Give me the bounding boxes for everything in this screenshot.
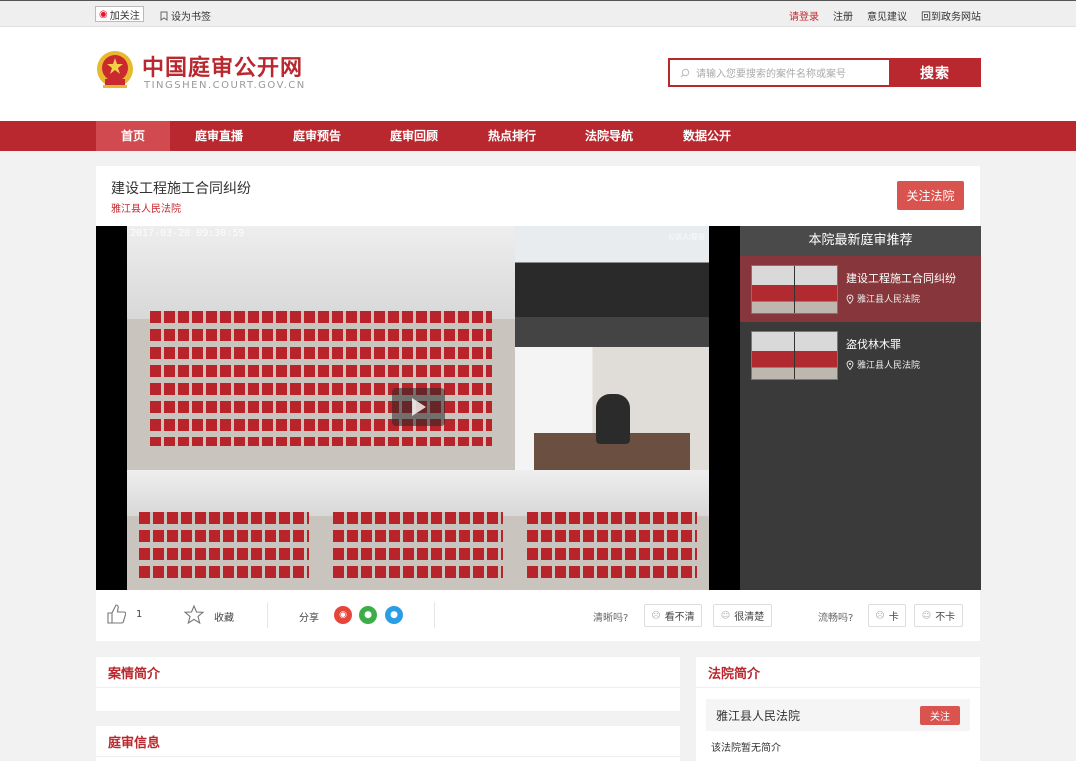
clarity-clear-button[interactable]: ☺ 很清楚 — [713, 604, 772, 627]
feedback-link[interactable]: 意见建议 — [867, 8, 907, 23]
video-timestamp: 2017-03-20 09:30:59 — [130, 228, 245, 239]
court-card: 雅江县人民法院 关注 — [706, 699, 970, 731]
clarity-clear-label: 很清楚 — [734, 612, 765, 623]
like-count: 1 — [136, 609, 143, 620]
share-label: 分享 — [299, 613, 319, 624]
site-header: 中国庭审公开网 TINGSHEN.COURT.GOV.CN 请输入您要搜索的案件… — [0, 27, 1076, 121]
case-summary-section: 案情简介 — [96, 657, 680, 711]
fluency-smooth-button[interactable]: ☺ 不卡 — [914, 604, 963, 627]
search-input[interactable]: 请输入您要搜索的案件名称或案号 — [668, 58, 890, 87]
star-icon[interactable] — [184, 605, 204, 624]
video-player[interactable]: 2017-03-20 09:30:59 公诉人/原告 — [96, 226, 740, 590]
clarity-unclear-button[interactable]: ☹ 看不清 — [644, 604, 702, 627]
fluency-question: 流畅吗? — [818, 613, 854, 624]
follow-label: 加关注 — [109, 10, 140, 22]
recommend-thumbnail[interactable] — [751, 331, 838, 380]
bookmark-link[interactable]: 设为书签 — [160, 8, 211, 23]
court-follow-button[interactable]: 关注 — [920, 706, 960, 725]
recommend-thumbnail[interactable] — [751, 265, 838, 314]
nav-item-preview[interactable]: 庭审预告 — [280, 121, 354, 151]
collect-label[interactable]: 收藏 — [214, 609, 234, 624]
nav-item-courts[interactable]: 法院导航 — [572, 121, 646, 151]
recommend-item-court: 雅江县人民法院 — [846, 358, 920, 371]
top-utility-bar: ◉ 加关注 设为书签 请登录 注册 意见建议 回到政务网站 — [0, 0, 1076, 27]
video-feed-gallery — [127, 226, 515, 470]
main-nav: 首页 庭审直播 庭审预告 庭审回顾 热点排行 法院导航 数据公开 — [0, 121, 1076, 151]
clarity-question: 清晰吗? — [593, 613, 629, 624]
national-emblem-icon[interactable] — [95, 49, 135, 91]
weibo-share-icon[interactable]: ◉ — [334, 606, 352, 624]
case-court-link[interactable]: 雅江县人民法院 — [111, 200, 181, 215]
play-button[interactable] — [392, 388, 445, 426]
recommend-item-name[interactable]: 建设工程施工合同纠纷 — [846, 270, 956, 286]
court-name[interactable]: 雅江县人民法院 — [716, 707, 800, 724]
gov-site-link[interactable]: 回到政务网站 — [921, 8, 981, 23]
smile-face-icon: ☺ — [720, 610, 731, 621]
trial-info-title: 庭审信息 — [108, 736, 161, 751]
divider — [434, 602, 435, 628]
nav-item-data[interactable]: 数据公开 — [670, 121, 744, 151]
wechat-share-icon[interactable]: ● — [359, 606, 377, 624]
trial-info-section: 庭审信息 — [96, 726, 680, 761]
sad-face-icon: ☹ — [875, 610, 885, 621]
sad-face-icon: ☹ — [651, 610, 661, 621]
bookmark-label: 设为书签 — [171, 12, 211, 23]
recommend-item-court: 雅江县人民法院 — [846, 292, 920, 305]
smile-face-icon: ☺ — [921, 610, 932, 621]
divider — [96, 687, 680, 688]
video-feed-clerk — [515, 347, 709, 470]
top-links: 请登录 注册 意见建议 回到政务网站 — [789, 8, 981, 23]
register-link[interactable]: 注册 — [833, 8, 853, 23]
divider — [267, 602, 268, 628]
bookmark-icon — [160, 11, 168, 21]
video-watermark: 公诉人/原告 — [668, 233, 706, 241]
video-feed-seats-middle — [321, 470, 515, 590]
play-icon — [411, 398, 426, 416]
site-title[interactable]: 中国庭审公开网 — [142, 50, 303, 82]
recommend-title: 本院最新庭审推荐 — [740, 226, 981, 256]
nav-item-review[interactable]: 庭审回顾 — [377, 121, 451, 151]
site-domain: TINGSHEN.COURT.GOV.CN — [144, 80, 306, 91]
search-icon — [680, 68, 690, 78]
video-feed-seats-right — [515, 470, 709, 590]
search-button[interactable]: 搜索 — [889, 58, 981, 87]
case-header: 建设工程施工合同纠纷 雅江县人民法院 关注法院 — [96, 166, 980, 226]
nav-item-home[interactable]: 首页 — [96, 121, 170, 151]
recommend-item[interactable]: 建设工程施工合同纠纷 雅江县人民法院 — [740, 256, 981, 322]
fluency-smooth-label: 不卡 — [935, 612, 956, 623]
weibo-follow-button[interactable]: ◉ 加关注 — [95, 6, 144, 22]
location-pin-icon — [846, 294, 854, 304]
recommend-item-court-label: 雅江县人民法院 — [857, 295, 921, 305]
fluency-laggy-label: 卡 — [888, 612, 899, 623]
weibo-icon: ◉ — [99, 8, 108, 20]
court-intro-title: 法院简介 — [708, 667, 761, 682]
case-summary-title: 案情简介 — [108, 667, 161, 682]
video-action-bar: 1 收藏 分享 ◉ ● ● 清晰吗? ☹ 看不清 ☺ 很清楚 流畅吗? ☹ 卡 … — [96, 590, 980, 641]
clarity-unclear-label: 看不清 — [664, 612, 695, 623]
recommend-item[interactable]: 盗伐林木罪 雅江县人民法院 — [740, 322, 981, 388]
location-pin-icon — [846, 360, 854, 370]
case-title: 建设工程施工合同纠纷 — [111, 181, 251, 197]
court-description: 该法院暂无简介 — [711, 743, 781, 754]
video-feed-seats-left — [127, 470, 321, 590]
divider — [96, 756, 680, 757]
video-feed-judges — [515, 226, 709, 347]
court-intro-section: 法院简介 雅江县人民法院 关注 该法院暂无简介 — [696, 657, 980, 761]
nav-item-hot[interactable]: 热点排行 — [475, 121, 549, 151]
divider — [696, 687, 980, 688]
qq-share-icon[interactable]: ● — [385, 606, 403, 624]
follow-court-button[interactable]: 关注法院 — [897, 181, 964, 210]
login-link[interactable]: 请登录 — [789, 8, 819, 23]
recommend-panel: 本院最新庭审推荐 建设工程施工合同纠纷 雅江县人民法院 盗伐林木罪 雅江县人民法… — [740, 226, 981, 590]
recommend-item-court-label: 雅江县人民法院 — [857, 361, 921, 371]
thumbs-up-icon[interactable] — [107, 604, 126, 624]
search-placeholder: 请输入您要搜索的案件名称或案号 — [696, 69, 846, 80]
recommend-item-name[interactable]: 盗伐林木罪 — [846, 336, 901, 352]
nav-item-live[interactable]: 庭审直播 — [182, 121, 256, 151]
fluency-laggy-button[interactable]: ☹ 卡 — [868, 604, 906, 627]
